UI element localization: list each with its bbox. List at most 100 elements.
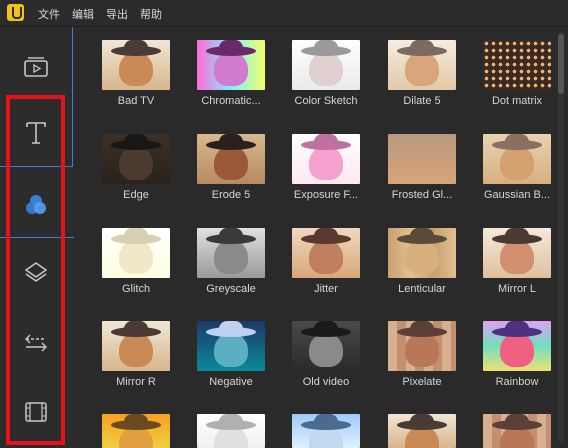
thumbnail-subject	[405, 52, 439, 86]
filter-label: Greyscale	[206, 283, 256, 295]
filter-label: Color Sketch	[294, 95, 358, 107]
filter-label: Bad TV	[117, 95, 155, 107]
filter-thumbnail[interactable]	[483, 134, 551, 184]
filter-label: Dot matrix	[491, 95, 543, 107]
filter-label: Edge	[123, 189, 149, 201]
thumbnail-hat-top	[219, 40, 243, 52]
thumbnail-hat-top	[314, 414, 338, 426]
filter-thumbnail[interactable]	[388, 40, 456, 90]
filter-thumbnail[interactable]	[102, 40, 170, 90]
sidebar-divider	[72, 27, 73, 167]
thumbnail-subject	[119, 52, 153, 86]
thumbnail-subject	[214, 146, 248, 180]
thumbnail-hat-top	[505, 40, 529, 52]
filter-thumbnail[interactable]	[292, 134, 360, 184]
filter-label: Pixelate	[402, 376, 442, 388]
thumbnail-hat-top	[124, 321, 148, 333]
filter-thumbnail[interactable]	[102, 228, 170, 278]
filter-thumbnail[interactable]	[102, 414, 170, 448]
filter-thumbnail[interactable]	[483, 321, 551, 371]
thumbnail-subject	[309, 333, 343, 367]
thumbnail-subject	[309, 52, 343, 86]
thumbnail-hat-top	[314, 40, 338, 52]
filter-label: Mirror L	[498, 283, 536, 295]
filter-thumbnail[interactable]	[292, 414, 360, 448]
filter-thumbnail[interactable]	[483, 228, 551, 278]
filter-thumbnail[interactable]	[483, 40, 551, 90]
thumbnail-hat-top	[505, 414, 529, 426]
menu-help[interactable]: 帮助	[140, 6, 162, 22]
filter-thumbnail[interactable]	[292, 321, 360, 371]
filter-thumbnail[interactable]	[388, 414, 456, 448]
filter-thumbnail[interactable]	[292, 228, 360, 278]
thumbnail-subject	[119, 240, 153, 274]
thumbnail-hat-top	[410, 228, 434, 240]
scrollbar-thumb[interactable]	[558, 34, 564, 94]
filter-thumbnail[interactable]	[388, 321, 456, 371]
thumbnail-subject	[214, 52, 248, 86]
filter-thumbnail[interactable]	[388, 228, 456, 278]
filter-label: Chromatic...	[201, 95, 261, 107]
filter-label: Exposure F...	[293, 189, 359, 201]
filter-label: Old video	[302, 376, 350, 388]
filter-thumbnail[interactable]	[197, 228, 265, 278]
thumbnail-subject	[309, 240, 343, 274]
thumbnail-subject	[405, 333, 439, 367]
filter-label: Gaussian B...	[483, 189, 551, 201]
thumbnail-hat-top	[410, 134, 434, 146]
filter-label: Glitch	[121, 283, 151, 295]
app-logo-icon	[7, 4, 24, 21]
thumbnail-hat-top	[124, 40, 148, 52]
filter-thumbnail[interactable]	[197, 134, 265, 184]
filter-label: Dilate 5	[403, 95, 441, 107]
thumbnail-hat-top	[124, 228, 148, 240]
thumbnail-subject	[119, 333, 153, 367]
filter-thumbnail[interactable]	[388, 134, 456, 184]
thumbnail-hat-top	[505, 228, 529, 240]
filter-label: Lenticular	[398, 283, 446, 295]
thumbnail-hat-top	[314, 134, 338, 146]
filter-label: Negative	[209, 376, 253, 388]
menu-export[interactable]: 导出	[106, 6, 128, 22]
filter-thumbnail[interactable]	[102, 134, 170, 184]
filter-label: Mirror R	[116, 376, 156, 388]
thumbnail-hat-top	[410, 414, 434, 426]
filter-label: Rainbow	[495, 376, 539, 388]
thumbnail-subject	[405, 146, 439, 180]
thumbnail-subject	[500, 333, 534, 367]
thumbnail-hat-top	[124, 414, 148, 426]
thumbnail-hat-top	[124, 134, 148, 146]
thumbnail-subject	[500, 52, 534, 86]
filter-thumbnail[interactable]	[197, 40, 265, 90]
thumbnail-subject	[405, 240, 439, 274]
sidebar-item-media[interactable]	[18, 49, 54, 85]
filter-label: Erode 5	[211, 189, 251, 201]
thumbnail-subject	[214, 240, 248, 274]
menu-bar: 文件 编辑 导出 帮助	[0, 0, 568, 27]
thumbnail-hat-top	[505, 134, 529, 146]
filter-thumbnail[interactable]	[197, 414, 265, 448]
menu-edit[interactable]: 编辑	[72, 6, 94, 22]
sidebar-highlight-box	[6, 95, 65, 445]
filter-thumbnail[interactable]	[292, 40, 360, 90]
thumbnail-hat-top	[505, 321, 529, 333]
filter-thumbnail[interactable]	[197, 321, 265, 371]
filter-thumbnail[interactable]	[483, 414, 551, 448]
thumbnail-hat-top	[219, 228, 243, 240]
thumbnail-hat-top	[410, 321, 434, 333]
thumbnail-subject	[214, 333, 248, 367]
filter-thumbnail[interactable]	[102, 321, 170, 371]
filter-label: Jitter	[314, 283, 338, 295]
thumbnail-subject	[500, 146, 534, 180]
thumbnail-hat-top	[219, 134, 243, 146]
thumbnail-subject	[500, 240, 534, 274]
video-icon	[24, 57, 48, 77]
filter-label: Frosted Gl...	[391, 189, 453, 201]
thumbnail-subject	[309, 146, 343, 180]
thumbnail-hat-top	[410, 40, 434, 52]
thumbnail-hat-top	[219, 414, 243, 426]
thumbnail-subject	[119, 146, 153, 180]
thumbnail-hat-top	[314, 228, 338, 240]
menu-file[interactable]: 文件	[38, 6, 60, 22]
thumbnail-hat-top	[314, 321, 338, 333]
